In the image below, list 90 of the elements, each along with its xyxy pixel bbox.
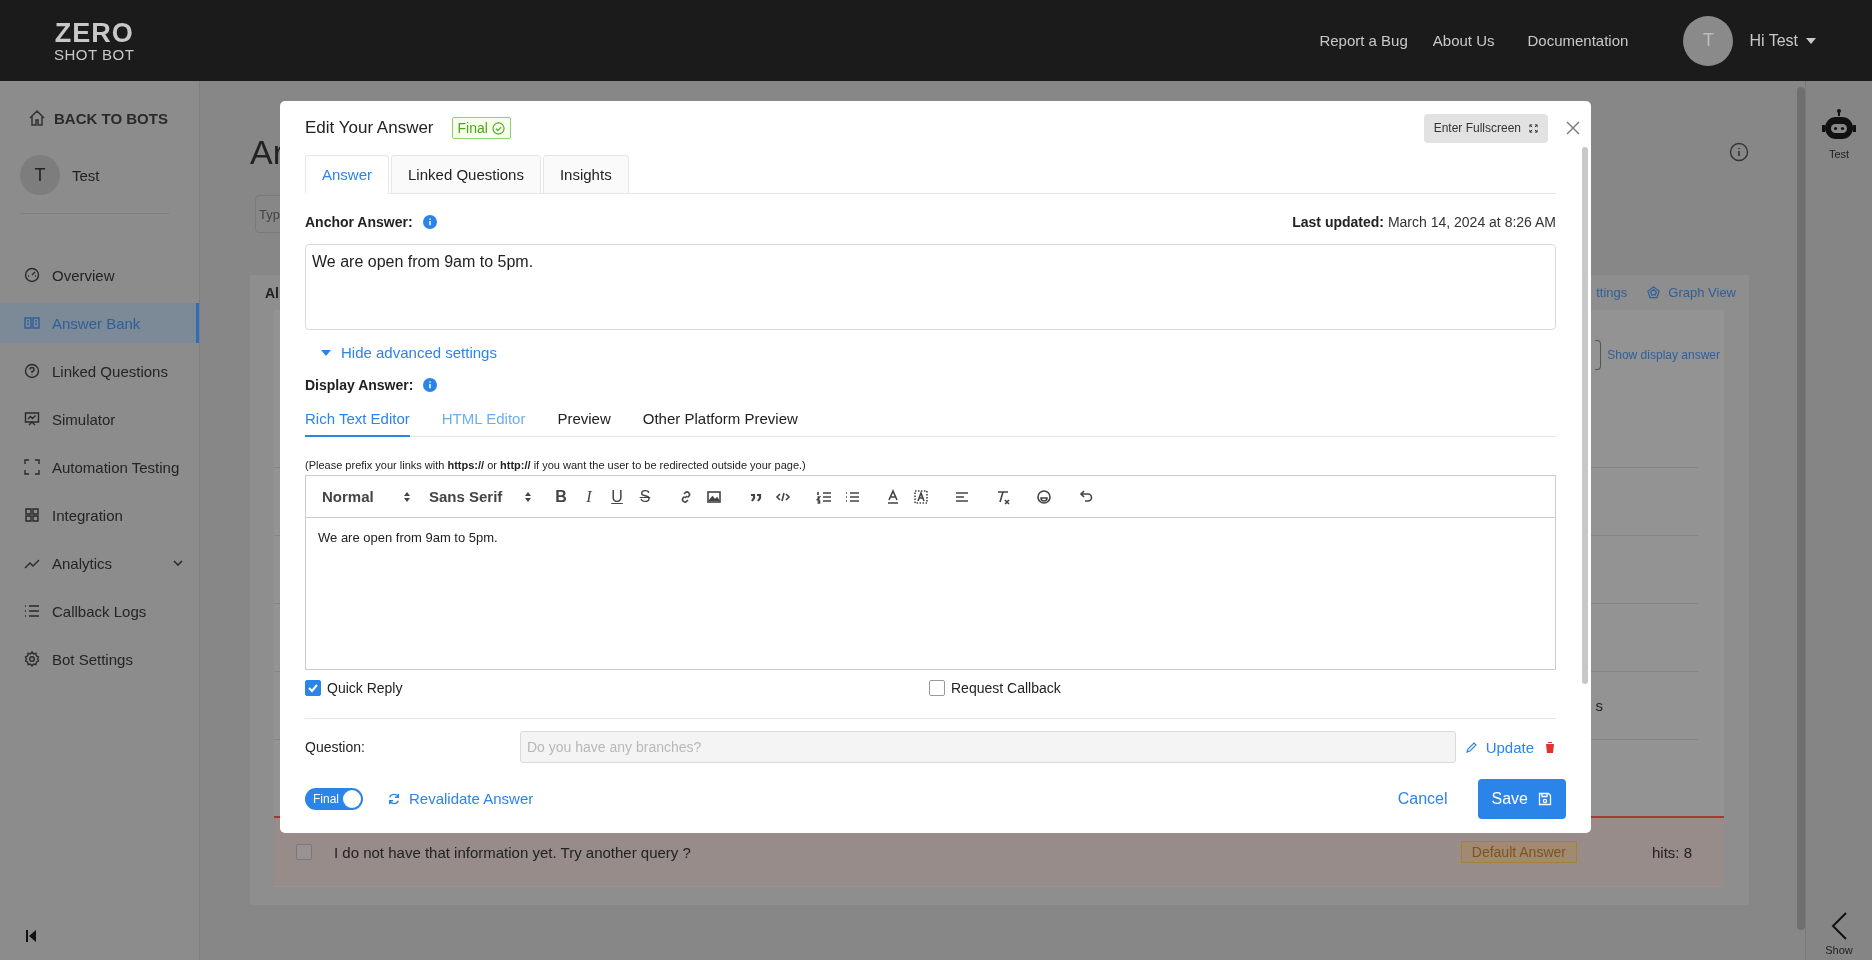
sidebar-item[interactable]: Integration (0, 495, 199, 535)
logo[interactable]: ZERO SHOT BOT (54, 19, 135, 62)
sidebar-item[interactable]: Analytics (0, 543, 199, 583)
italic-button[interactable]: I (580, 487, 598, 506)
grid-icon (24, 507, 40, 523)
tab[interactable]: Preview (557, 401, 611, 437)
row-text: s (1595, 697, 1603, 714)
scrollbar[interactable] (1797, 87, 1805, 930)
info-icon[interactable] (422, 215, 437, 229)
field-label: Anchor Answer: (305, 214, 413, 230)
home-icon (28, 109, 46, 127)
back-link[interactable]: BACK TO BOTS (28, 109, 199, 127)
list-icon (24, 603, 40, 619)
strike-button[interactable]: S (636, 487, 654, 506)
advanced-settings-toggle[interactable]: Hide advanced settings (321, 344, 1556, 361)
cancel-button[interactable]: Cancel (1391, 788, 1454, 809)
scan-icon (24, 459, 40, 475)
gauge-icon (24, 267, 40, 283)
collapse-icon[interactable] (25, 930, 37, 942)
gear-icon (24, 651, 40, 667)
page-heading: Ar (250, 132, 284, 172)
tab[interactable]: Linked Questions (391, 155, 541, 194)
trash-icon[interactable] (1544, 741, 1556, 753)
pencil-icon (1465, 741, 1478, 753)
answer-tag: Default Answer (1460, 841, 1577, 863)
tab[interactable]: Insights (542, 155, 629, 194)
show-label[interactable]: Show (1825, 944, 1853, 956)
user-menu[interactable]: Hi Test (1743, 30, 1822, 51)
final-switch[interactable]: Final (305, 787, 363, 810)
answer-text: I do not have that information yet. Try another query ? (334, 843, 692, 861)
check-circle-icon (491, 121, 505, 135)
graph-icon (1647, 286, 1661, 299)
close-icon[interactable] (1566, 121, 1580, 135)
bot-name: Test (1828, 148, 1850, 160)
checkbox[interactable] (929, 680, 945, 696)
bold-button[interactable]: B (552, 487, 570, 506)
sidebar-item[interactable]: Automation Testing (0, 447, 199, 487)
format-select[interactable]: Normal (322, 488, 410, 505)
sidebar-item[interactable]: Linked Questions (0, 351, 199, 391)
underline-button[interactable]: U (608, 487, 626, 506)
save-icon (1538, 791, 1552, 806)
revalidate-link[interactable]: Revalidate Answer (387, 790, 534, 807)
status-tag: Final (451, 117, 511, 139)
update-link[interactable]: Update (1465, 738, 1534, 756)
save-button[interactable]: Save (1477, 778, 1566, 819)
tab[interactable]: Other Platform Preview (642, 401, 798, 437)
tab[interactable]: Rich Text Editor (305, 401, 410, 437)
caret-icon (1806, 37, 1816, 44)
emoji-icon[interactable] (1035, 487, 1053, 506)
anchor-answer-field[interactable]: We are open from 9am to 5pm. (305, 244, 1556, 330)
rich-text-field[interactable]: We are open from 9am to 5pm. (306, 518, 1555, 669)
screen-icon (24, 411, 40, 427)
tab[interactable]: Al (265, 284, 279, 301)
field-label: Display Answer: (305, 377, 414, 393)
question-icon (24, 363, 40, 379)
fullscreen-button[interactable]: Enter Fullscreen (1423, 113, 1548, 143)
hits-count: hits: 8 (1651, 843, 1692, 861)
expand-icon (1529, 123, 1538, 133)
info-icon[interactable] (1729, 142, 1749, 162)
nav-link[interactable]: Documentation (1527, 32, 1629, 49)
background-icon[interactable] (912, 487, 930, 506)
tab[interactable]: HTML Editor (441, 401, 526, 437)
checkbox-label: Request Callback (951, 680, 1061, 696)
tab[interactable]: Answer (305, 155, 390, 194)
sidebar-item[interactable]: Callback Logs (0, 591, 199, 631)
sidebar-item[interactable]: Bot Settings (0, 639, 199, 679)
scrollbar[interactable] (1582, 147, 1588, 684)
checkbox-label: Quick Reply (327, 680, 403, 696)
book-icon (24, 315, 40, 331)
updown-icon (404, 491, 410, 502)
updown-icon (525, 491, 531, 502)
bot-avatar: T (20, 155, 60, 195)
question-field[interactable]: Do you have any branches? (520, 731, 1456, 763)
info-icon[interactable] (423, 378, 438, 392)
sidebar-item[interactable]: Overview (0, 255, 199, 295)
refresh-icon (387, 791, 401, 806)
bot-name: Test (72, 166, 100, 184)
nav-link[interactable]: About Us (1432, 32, 1495, 49)
field-label: Question: (305, 739, 366, 755)
checkbox[interactable] (305, 680, 321, 696)
nav-link[interactable]: Report a Bug (1319, 32, 1408, 49)
sidebar-item[interactable]: Simulator (0, 399, 199, 439)
link-hint: (Please prefix your links with https:// or http:// if you want the user to be redirected outside your page.) (305, 459, 807, 471)
checkbox[interactable] (296, 844, 312, 860)
caret-icon (321, 349, 331, 356)
chevron-left-icon[interactable] (1831, 912, 1847, 940)
last-updated-label: Last updated: (1292, 214, 1384, 230)
font-select[interactable]: Sans Serif (429, 488, 531, 505)
last-updated-date: March 14, 2024 at 8:26 AM (1387, 214, 1556, 230)
dialog-title: Edit Your Answer (305, 118, 434, 138)
